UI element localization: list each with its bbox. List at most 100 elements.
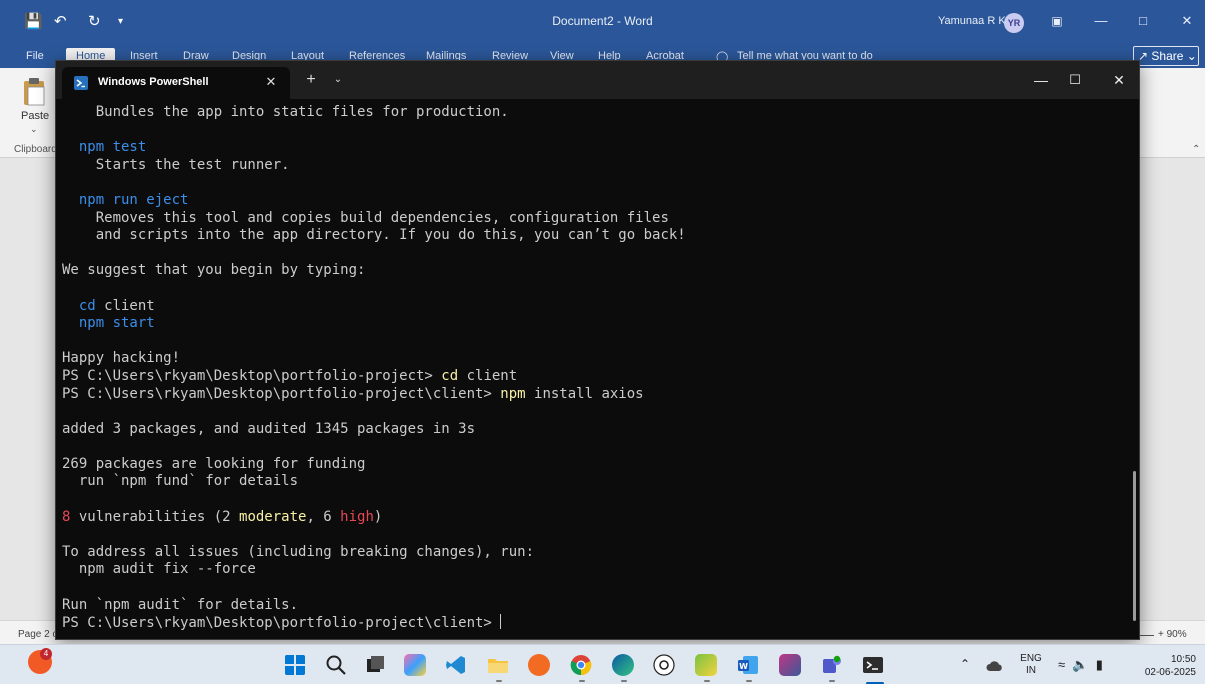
zoom-in-icon[interactable]: + <box>1158 629 1167 640</box>
search-icon[interactable] <box>325 654 347 676</box>
teams-icon[interactable] <box>820 654 842 676</box>
maximize-icon[interactable]: ☐ <box>1062 69 1088 91</box>
terminal-text: 269 packages are looking for funding <box>62 455 366 472</box>
terminal-line: PS C:\Users\rkyam\Desktop\portfolio-proj… <box>62 386 1122 404</box>
wifi-icon[interactable]: ≈ <box>1058 657 1065 672</box>
terminal-line: PS C:\Users\rkyam\Desktop\portfolio-proj… <box>62 614 1122 632</box>
minimize-icon[interactable]: — <box>1090 10 1112 32</box>
terminal-line: We suggest that you begin by typing: <box>62 262 1122 280</box>
battery-icon[interactable]: ▮ <box>1096 657 1103 672</box>
photos-icon[interactable] <box>695 654 717 676</box>
ribbon-display-options-icon[interactable]: ▣ <box>1046 10 1068 32</box>
terminal-line: cd client <box>62 298 1122 316</box>
running-indicator <box>829 680 835 682</box>
share-button[interactable]: ↗ Share ⌄ <box>1133 46 1199 66</box>
scrollbar[interactable] <box>1133 471 1136 621</box>
terminal-text: npm <box>500 385 526 402</box>
word-titlebar: 💾 ↶ ↻ ▾ Document2 - Word Yamunaa R K YR … <box>0 0 1205 44</box>
word-icon[interactable]: W <box>737 654 759 676</box>
svg-text:W: W <box>739 662 748 671</box>
close-tab-icon[interactable]: ✕ <box>262 73 280 91</box>
terminal-line: npm audit fix --force <box>62 561 1122 579</box>
tab-title: Windows PowerShell <box>98 76 209 88</box>
language-indicator[interactable]: ENG IN <box>1018 653 1044 677</box>
file-explorer-icon[interactable] <box>487 654 509 676</box>
terminal-line: added 3 packages, and audited 1345 packa… <box>62 421 1122 439</box>
window-title: Document2 - Word <box>552 14 653 28</box>
page-indicator[interactable]: Page 2 c <box>18 629 57 640</box>
terminal-output[interactable]: Bundles the app into static files for pr… <box>62 104 1122 634</box>
terminal-text: vulnerabilities (2 <box>70 508 240 525</box>
terminal-text: client <box>458 367 518 384</box>
terminal-text: Starts the test runner. <box>62 156 290 173</box>
task-view-icon[interactable] <box>364 654 386 676</box>
terminal-line: Happy hacking! <box>62 350 1122 368</box>
vscode-icon[interactable] <box>445 654 467 676</box>
tab-windows-powershell[interactable]: Windows PowerShell ✕ <box>62 67 290 99</box>
clock[interactable]: 10:50 02-06-2025 <box>1132 653 1196 679</box>
start-icon[interactable] <box>284 654 306 676</box>
snipping-tool-icon[interactable] <box>779 654 801 676</box>
terminal-line: run `npm fund` for details <box>62 473 1122 491</box>
terminal-line: Bundles the app into static files for pr… <box>62 104 1122 122</box>
terminal-text: npm test <box>78 139 147 156</box>
terminal-text: run `npm fund` for details <box>62 473 299 490</box>
copilot-icon[interactable] <box>404 654 426 676</box>
zoom-slider[interactable] <box>1140 635 1154 636</box>
system-tray[interactable]: ≈ 🔈 ▮ <box>1058 657 1103 673</box>
edge-icon[interactable] <box>612 654 634 676</box>
terminal-text: To address all issues (including breakin… <box>62 543 535 560</box>
new-tab-button[interactable]: + <box>302 71 320 89</box>
paste-button[interactable]: Paste <box>21 110 49 122</box>
minimize-icon[interactable]: — <box>1028 69 1054 91</box>
chevron-down-icon[interactable]: ⌄ <box>330 72 346 88</box>
running-indicator <box>746 680 752 682</box>
terminal-text: npm start <box>78 315 155 332</box>
zoom-level[interactable]: + 90% <box>1158 629 1187 640</box>
close-icon[interactable]: ✕ <box>1176 10 1198 32</box>
chevron-down-icon[interactable]: ⌄ <box>30 124 38 135</box>
terminal-text: , 6 <box>306 508 341 525</box>
chatgpt-icon[interactable] <box>653 654 675 676</box>
terminal-text: PS C:\Users\rkyam\Desktop\portfolio-proj… <box>62 615 501 632</box>
terminal-line: npm test <box>62 139 1122 157</box>
share-icon: ↗ <box>1138 49 1152 63</box>
terminal-line: npm start <box>62 315 1122 333</box>
terminal-text: cd <box>441 367 459 384</box>
terminal-line: 8 vulnerabilities (2 moderate, 6 high) <box>62 509 1122 527</box>
terminal-line: and scripts into the app directory. If y… <box>62 227 1122 245</box>
restore-icon[interactable]: □ <box>1132 10 1154 32</box>
collapse-ribbon-icon[interactable]: ⌃ <box>1192 144 1200 155</box>
terminal-line: npm run eject <box>62 192 1122 210</box>
user-name[interactable]: Yamunaa R K <box>938 15 1006 27</box>
show-hidden-icons-icon[interactable]: ⌃ <box>960 657 970 671</box>
avatar[interactable]: YR <box>1004 13 1024 33</box>
tab-file[interactable]: File <box>26 50 44 62</box>
terminal-text: npm run eject <box>78 191 189 208</box>
chrome-icon[interactable] <box>570 654 592 676</box>
cloud-sync-icon[interactable] <box>986 659 1002 673</box>
terminal-icon[interactable] <box>862 654 884 676</box>
terminal-text: install axios <box>525 385 644 402</box>
terminal-text: and scripts into the app directory. If y… <box>62 227 686 244</box>
terminal-text: moderate <box>239 508 307 525</box>
terminal-text: Removes this tool and copies build depen… <box>62 209 669 226</box>
running-indicator <box>579 680 585 682</box>
brave-browser-icon[interactable] <box>528 654 550 676</box>
paste-icon[interactable] <box>22 76 46 106</box>
volume-icon[interactable]: 🔈 <box>1072 657 1088 672</box>
terminal-text: ) <box>373 508 383 525</box>
terminal-line: PS C:\Users\rkyam\Desktop\portfolio-proj… <box>62 368 1122 386</box>
terminal-text: cd <box>78 297 96 314</box>
close-icon[interactable]: ✕ <box>1106 69 1132 91</box>
